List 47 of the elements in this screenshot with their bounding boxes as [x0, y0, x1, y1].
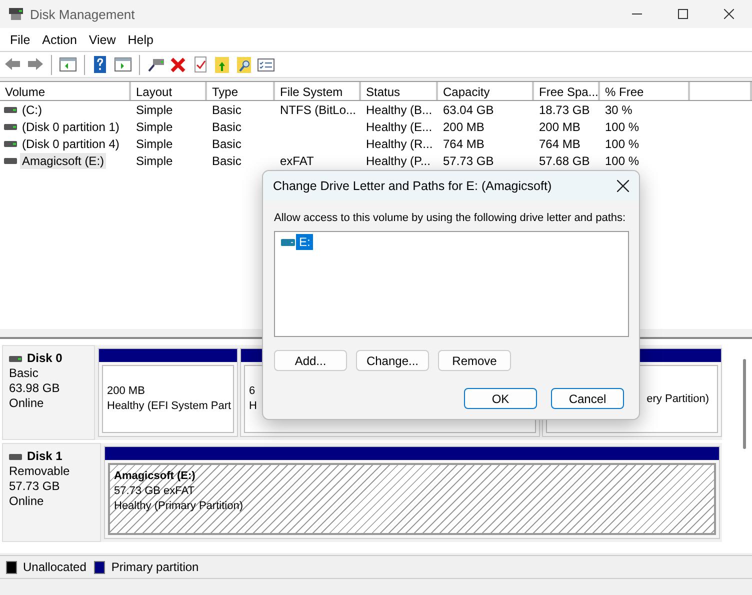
disk-detail: 63.98 GB — [9, 381, 61, 396]
table-cell-text: 18.73 GB — [538, 102, 591, 116]
disk-name: Disk 0 — [27, 351, 62, 366]
table-cell-text: NTFS (BitLo... — [279, 102, 358, 116]
table-cell-text: 30 % — [604, 102, 634, 116]
legend-label: Unallocated — [23, 560, 86, 574]
partition-detail: 6 — [249, 384, 256, 399]
partition-detail: Healthy (Primary Partition) — [114, 499, 243, 514]
table-cell-text: 200 MB — [442, 120, 486, 134]
partition-detail: 57.73 GB exFAT — [114, 484, 195, 499]
table-cell-text: Healthy (P... — [365, 154, 432, 168]
window-title: Disk Management — [30, 6, 136, 22]
table-cell-text: Simple — [135, 102, 174, 116]
partition-detail: Healthy (EFI System Part — [107, 399, 232, 414]
partition-label: Amagicsoft (E:) — [114, 469, 196, 484]
disk-detail: Removable — [9, 464, 71, 479]
table-cell-text: 100 % — [604, 136, 640, 150]
disk-name: Disk 1 — [27, 449, 62, 464]
legend-label: Primary partition — [111, 560, 199, 574]
table-cell-text: 764 MB — [442, 136, 486, 150]
disk-detail: 57.73 GB — [9, 479, 61, 494]
table-cell-text: 57.73 GB — [442, 154, 495, 168]
table-cell-text: Healthy (B... — [365, 102, 434, 116]
table-cell-text: Basic — [211, 120, 242, 134]
partition-detail: 200 MB — [107, 384, 145, 399]
disk-detail: Online — [9, 494, 45, 509]
partition-detail: H — [249, 399, 257, 414]
dialog-prompt: Allow access to this volume by using the following drive letter and paths: — [274, 211, 626, 225]
table-cell-text: exFAT — [279, 154, 315, 168]
table-cell-text: 764 MB — [538, 136, 582, 150]
table-cell-text: 63.04 GB — [442, 102, 495, 116]
table-cell-text: Basic — [211, 154, 242, 168]
table-cell-text: Basic — [211, 102, 242, 116]
table-cell-text: 57.68 GB — [538, 154, 591, 168]
table-cell-text: Healthy (R... — [365, 136, 434, 150]
partition-detail: ery Partition) — [646, 392, 709, 406]
table-cell-text: Simple — [135, 120, 174, 134]
table-cell-text: 100 % — [604, 120, 640, 134]
table-cell-text: Simple — [135, 154, 174, 168]
table-cell-text: Simple — [135, 136, 174, 150]
disk-detail: Basic — [9, 366, 40, 381]
table-cell-text: Healthy (E... — [365, 120, 434, 134]
table-cell-text: 100 % — [604, 154, 640, 168]
disk-detail: Online — [9, 396, 45, 411]
table-cell-text: 200 MB — [538, 120, 582, 134]
table-cell-text: Basic — [211, 136, 242, 150]
dialog-title: Change Drive Letter and Paths for E: (Amagicsoft) — [273, 179, 553, 193]
